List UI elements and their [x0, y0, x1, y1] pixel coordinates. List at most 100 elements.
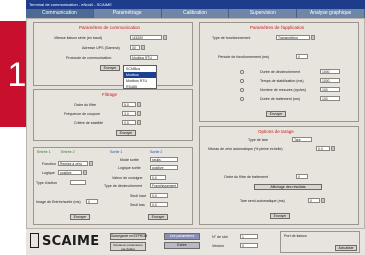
io-image-label: Image de Entrée/sortie (ms): [36, 200, 81, 204]
tare-type-field[interactable]: Tare: [292, 137, 312, 142]
communication-panel: Paramètres de communication Vitesse liai…: [33, 22, 193, 86]
communication-send-button[interactable]: Envoyer: [100, 65, 120, 71]
filter-process-field[interactable]: 0: [296, 174, 308, 179]
period-field[interactable]: 0: [296, 54, 308, 59]
filter-order-spinner[interactable]: [137, 102, 141, 107]
cutoff-field[interactable]: 3.0: [122, 111, 136, 116]
processing-field[interactable]: 100: [320, 96, 340, 101]
radio-trigger-duration[interactable]: [240, 70, 244, 74]
baud-field[interactable]: 115200: [130, 35, 162, 40]
trigger-type-field[interactable]: Franchissement: [150, 183, 178, 188]
tab-parametrage[interactable]: Paramétrage: [93, 9, 162, 18]
logic-label: Logique: [42, 171, 55, 175]
restore-defaults-button[interactable]: Restaurer paramètres par défaut: [110, 242, 146, 251]
tab-analyse[interactable]: Analyse graphique: [297, 9, 365, 18]
stability-field[interactable]: 0.5: [122, 120, 136, 125]
protocol-field[interactable]: Modbus RTU: [130, 55, 158, 60]
footer-bar: SCAIME Sauvegarde en EEPROM Restaurer pa…: [26, 229, 365, 255]
high-threshold-field[interactable]: 0.0: [150, 193, 168, 198]
dropdown-option[interactable]: RS485: [124, 84, 156, 90]
function-spinner[interactable]: [89, 161, 93, 166]
baud-spinner[interactable]: [163, 35, 167, 40]
output-logic-label: Logique sortie: [118, 166, 141, 170]
baud-label: Vitesse liaison série (en baud): [54, 36, 103, 40]
zero-level-label: Niveau de zéro automatique (% pleine éch…: [208, 147, 283, 151]
window-title: Terminal de communication - eNod4 - SCAI…: [26, 0, 365, 9]
tab-calibration[interactable]: Calibration: [161, 9, 230, 18]
address-label: Adresse UPS (Gamma): [82, 46, 120, 50]
read-parameters-button[interactable]: Lire paramètres: [164, 233, 200, 240]
app-window: Terminal de communication - eNod4 - SCAI…: [26, 0, 365, 255]
io-tab-output-2[interactable]: Sortie 2: [150, 150, 162, 154]
filter-panel: Filtrage Ordre du filtre 5.0 Fréquence d…: [33, 89, 193, 141]
slot-field[interactable]: 1: [240, 234, 258, 239]
io-tab-input-2[interactable]: Entrée 2: [61, 150, 75, 154]
filter-process-label: Ordre du filtre de traitement: [224, 175, 268, 179]
filter-title: Filtrage: [102, 92, 118, 97]
io-tab-output-1[interactable]: Sortie 1: [110, 150, 122, 154]
refresh-button[interactable]: Actualiser: [335, 245, 357, 251]
radio-measures[interactable]: [240, 88, 244, 92]
write-button[interactable]: Ecrire: [164, 242, 200, 249]
logic-field[interactable]: positive: [58, 170, 82, 175]
radio-stabilisation[interactable]: [240, 79, 244, 83]
stability-spinner[interactable]: [137, 120, 141, 125]
protocol-dropdown-list[interactable]: SCMBus Modbus Modbus RTU RS485: [123, 65, 157, 89]
operation-type-spinner[interactable]: [311, 35, 315, 40]
setpoint-label: Valeur de consigne: [112, 176, 143, 180]
filter-order-label: Ordre du filtre: [74, 103, 96, 107]
semi-auto-spinner[interactable]: [321, 198, 325, 203]
low-threshold-field[interactable]: 0.0: [150, 202, 168, 207]
stabilisation-label: Temps de stabilisation (ms): [260, 79, 304, 83]
zero-level-field[interactable]: 0.0: [316, 146, 330, 151]
communication-title: Paramètres de communication: [79, 25, 141, 30]
measures-field[interactable]: 100: [320, 87, 340, 92]
scaime-logo-icon: [30, 233, 39, 248]
filter-send-button[interactable]: Envoyer: [116, 130, 136, 136]
application-send-button[interactable]: Envoyer: [266, 111, 286, 117]
tare-send-button[interactable]: Envoyer: [270, 213, 290, 219]
tab-supervision[interactable]: Supervision: [229, 9, 298, 18]
measures-label: Nombre de mesures (cycles): [260, 88, 306, 92]
tare-type-label: Type de tare: [248, 138, 268, 142]
trigger-duration-label: Durée de déclenchement: [260, 70, 301, 74]
function-label: Fonction: [42, 162, 56, 166]
address-spinner[interactable]: [141, 45, 145, 50]
save-eeprom-button[interactable]: Sauvegarde en EEPROM: [110, 233, 147, 240]
io-send-button-left[interactable]: Envoyer: [70, 214, 90, 220]
tare-panel: Options de tarage Type de tare Tare Nive…: [199, 126, 359, 225]
action-type-label: Type d'action: [36, 181, 58, 185]
trigger-duration-field[interactable]: 1000: [320, 69, 340, 74]
operation-type-field[interactable]: Transmetteur: [276, 35, 310, 40]
output-logic-field[interactable]: positive: [150, 165, 178, 170]
cutoff-spinner[interactable]: [137, 111, 141, 116]
address-field[interactable]: 00: [130, 45, 140, 50]
zero-level-spinner[interactable]: [331, 146, 335, 151]
trigger-type-label: Type de déclenchement: [104, 184, 143, 188]
application-panel: Paramètres de l'application Type de fonc…: [199, 22, 359, 122]
stabilisation-field[interactable]: 1000: [320, 78, 340, 83]
output-mode-field[interactable]: seuils: [150, 157, 178, 162]
port-label: Port de liaison: [284, 234, 307, 238]
io-tab-input-1[interactable]: Entrée 1: [37, 150, 51, 154]
filter-order-field[interactable]: 5.0: [122, 102, 136, 107]
semi-auto-label: Tare semi-automatique (ms): [240, 199, 285, 203]
step-number: 1: [7, 56, 27, 94]
stability-label: Critère de stabilité: [74, 121, 103, 125]
port-panel: Port de liaison Actualiser: [280, 231, 360, 253]
application-title: Paramètres de l'application: [250, 25, 305, 30]
main-tabs: Communication Paramétrage Calibration Su…: [26, 9, 365, 18]
protocol-label: Protocole de communication: [66, 56, 112, 60]
processing-label: Durée de traitement (ms): [260, 97, 300, 101]
radio-processing[interactable]: [240, 97, 244, 101]
io-image-field[interactable]: 0: [86, 199, 98, 204]
action-type-field[interactable]: [70, 180, 86, 185]
logic-spinner[interactable]: [83, 170, 87, 175]
tab-communication[interactable]: Communication: [26, 9, 94, 18]
setpoint-field[interactable]: 0.0: [150, 175, 166, 180]
version-field[interactable]: 0: [240, 243, 258, 248]
function-field[interactable]: Remise à zéro: [58, 161, 88, 166]
semi-auto-field[interactable]: 0: [308, 198, 320, 203]
io-send-button-right[interactable]: Envoyer: [148, 214, 168, 220]
results-display-button[interactable]: Affichage des résultats: [254, 184, 322, 190]
